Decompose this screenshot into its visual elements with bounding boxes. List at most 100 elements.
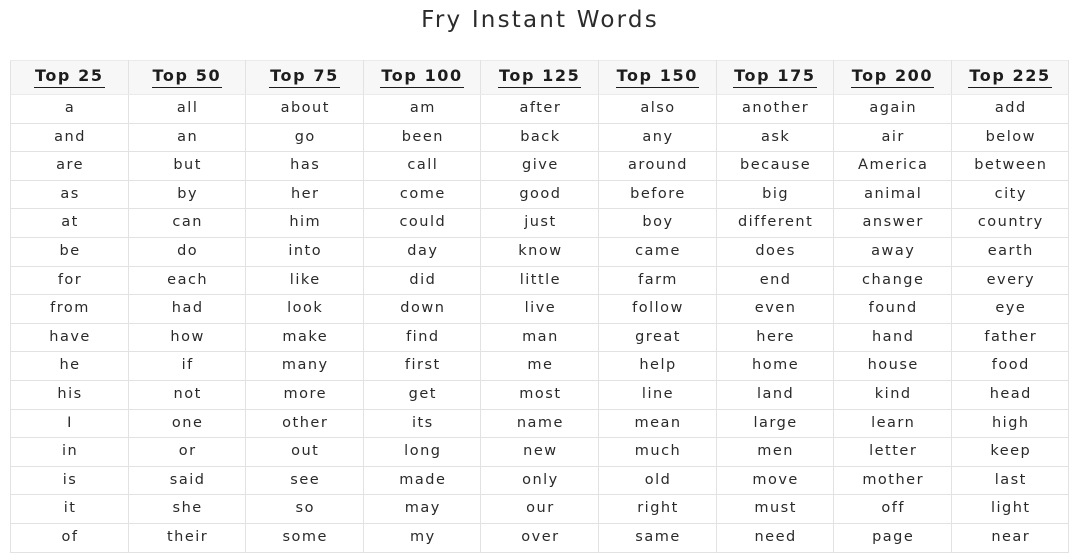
word-text: good bbox=[519, 185, 562, 202]
word-text: kind bbox=[874, 385, 912, 402]
word-cell: food bbox=[950, 351, 1070, 381]
word-cell: day bbox=[362, 236, 482, 267]
word-text: down bbox=[400, 300, 446, 317]
word-cell: have bbox=[10, 322, 129, 353]
word-cell: good bbox=[480, 179, 599, 210]
word-cell: air bbox=[833, 122, 952, 153]
table-row: as by her come good before big animal city bbox=[10, 179, 1070, 210]
word-cell: move bbox=[715, 465, 835, 496]
word-text: high bbox=[991, 414, 1030, 431]
word-text: city bbox=[994, 185, 1027, 202]
word-cell: great bbox=[597, 322, 717, 353]
word-text: live bbox=[524, 300, 557, 317]
words-table-container: Top 25 Top 50 Top 75 Top 100 Top 125 Top 150 T… bbox=[10, 60, 1070, 553]
word-text: back bbox=[520, 128, 561, 145]
word-text: as bbox=[60, 185, 80, 202]
word-text: if bbox=[181, 357, 194, 374]
word-cell: between bbox=[950, 151, 1070, 181]
word-text: can bbox=[172, 214, 203, 231]
word-text: did bbox=[409, 271, 437, 288]
word-cell: look bbox=[245, 294, 364, 324]
header-row: Top 25 Top 50 Top 75 Top 100 Top 125 Top 150 T… bbox=[10, 60, 1070, 95]
word-text: head bbox=[989, 385, 1032, 402]
word-text: give bbox=[522, 157, 559, 174]
word-cell: said bbox=[127, 465, 247, 496]
column-header-label: Top 100 bbox=[380, 67, 464, 88]
word-text: first bbox=[404, 357, 441, 374]
table-row: he if many first me help home house food bbox=[10, 351, 1070, 381]
word-cell: long bbox=[362, 437, 482, 467]
word-text: also bbox=[640, 100, 676, 116]
word-text: over bbox=[521, 528, 560, 545]
word-cell: also bbox=[597, 94, 717, 124]
word-text: page bbox=[872, 528, 915, 545]
word-cell: from bbox=[10, 294, 129, 324]
word-cell: near bbox=[950, 522, 1070, 553]
word-cell: hand bbox=[833, 322, 952, 353]
table-row: from had look down live follow even found eye bbox=[10, 294, 1070, 324]
word-text: but bbox=[173, 157, 202, 174]
word-cell: men bbox=[715, 437, 835, 467]
table-row: Ione other its name mean large learn high bbox=[10, 408, 1070, 439]
word-cell: come bbox=[362, 179, 482, 210]
word-cell: even bbox=[715, 294, 835, 324]
word-cell: all bbox=[127, 94, 247, 124]
word-text: ask bbox=[760, 128, 791, 145]
word-cell: a bbox=[10, 94, 129, 124]
word-cell: and bbox=[10, 122, 129, 153]
word-cell: had bbox=[127, 294, 247, 324]
word-text: father bbox=[984, 328, 1038, 345]
word-cell: find bbox=[362, 322, 482, 353]
word-text: one bbox=[171, 414, 204, 431]
word-text: his bbox=[57, 385, 83, 402]
word-cell: mean bbox=[597, 408, 717, 439]
word-cell: is bbox=[10, 465, 129, 496]
word-text: just bbox=[524, 214, 557, 231]
word-cell: only bbox=[480, 465, 599, 496]
word-cell: see bbox=[245, 465, 364, 496]
word-cell: be bbox=[10, 236, 129, 267]
word-text: some bbox=[282, 528, 328, 545]
word-text: only bbox=[522, 471, 559, 488]
table-row: be do into day know came does away earth bbox=[10, 236, 1070, 267]
word-cell: many bbox=[245, 351, 364, 381]
table-row: his not more get most line land kind head bbox=[10, 379, 1070, 410]
word-cell: not bbox=[127, 379, 247, 410]
word-cell: I bbox=[10, 408, 129, 439]
word-cell: because bbox=[715, 151, 835, 181]
word-text: line bbox=[641, 385, 675, 402]
word-cell: page bbox=[833, 522, 952, 553]
word-text: be bbox=[59, 242, 81, 259]
word-text: it bbox=[63, 500, 77, 517]
word-text: my bbox=[409, 528, 436, 545]
word-text: him bbox=[289, 214, 322, 231]
table-row: in or out long new much men letter keep bbox=[10, 437, 1070, 467]
word-cell: most bbox=[480, 379, 599, 410]
word-cell: made bbox=[362, 465, 482, 496]
word-text: food bbox=[991, 357, 1030, 374]
word-cell: her bbox=[245, 179, 364, 210]
word-cell: answer bbox=[833, 208, 952, 238]
word-cell: go bbox=[245, 122, 364, 153]
word-cell: how bbox=[127, 322, 247, 353]
word-cell: help bbox=[597, 351, 717, 381]
word-cell: over bbox=[480, 522, 599, 553]
word-text: into bbox=[288, 242, 323, 259]
word-cell: into bbox=[245, 236, 364, 267]
word-cell: keep bbox=[950, 437, 1070, 467]
word-cell: more bbox=[245, 379, 364, 410]
word-text: our bbox=[526, 500, 555, 517]
word-cell: at bbox=[10, 208, 129, 238]
word-text: again bbox=[869, 100, 918, 116]
word-cell: below bbox=[950, 122, 1070, 153]
word-cell: about bbox=[245, 94, 364, 124]
word-text: need bbox=[754, 528, 797, 545]
word-cell: after bbox=[480, 94, 599, 124]
word-text: answer bbox=[862, 214, 924, 231]
word-text: know bbox=[518, 242, 563, 259]
word-text: even bbox=[754, 300, 797, 317]
word-cell: been bbox=[362, 122, 482, 153]
word-cell: farm bbox=[597, 265, 717, 296]
column-header-5: Top 125 bbox=[480, 60, 599, 95]
word-text: me bbox=[527, 357, 554, 374]
